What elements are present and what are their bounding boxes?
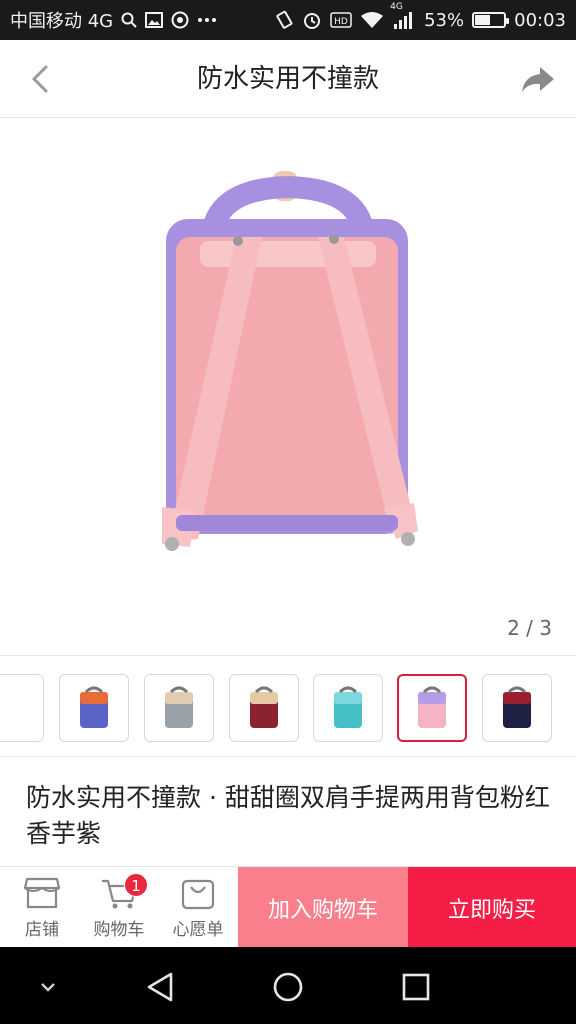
status-bar: 中国移动 4G HD 4G 53% 00:03 — [0, 0, 576, 40]
shop-label: 店铺 — [25, 920, 59, 940]
hd-icon: HD — [330, 12, 352, 28]
backpack-image — [162, 171, 418, 551]
thumbnail-grey[interactable] — [144, 674, 214, 742]
add-to-cart-button[interactable]: 加入购物车 — [238, 867, 408, 948]
cart-count-badge: 1 — [124, 873, 148, 897]
vibrate-icon — [274, 10, 294, 30]
thumbnail-pink-lavender[interactable] — [397, 674, 467, 742]
battery-fill — [475, 15, 491, 25]
cart-label: 购物车 — [93, 920, 145, 940]
more-icon — [197, 17, 217, 23]
network-badge: 4G — [390, 2, 403, 12]
buy-now-button[interactable]: 立即购买 — [408, 867, 576, 948]
signal-icon: 4G — [390, 2, 416, 30]
home-circle-icon[interactable] — [266, 965, 310, 1009]
wishlist-label: 心愿单 — [172, 920, 224, 940]
cart-icon: 1 — [100, 873, 148, 911]
share-arrow-icon[interactable] — [518, 59, 558, 99]
thumbnail-teal[interactable] — [313, 674, 383, 742]
page-title: 防水实用不撞款 — [196, 64, 379, 94]
search-icon — [121, 12, 137, 28]
shop-button[interactable]: 店铺 — [2, 867, 82, 948]
product-title: 防水实用不撞款 · 甜甜圈双肩手提两用背包粉红香芋紫 — [26, 783, 550, 848]
carrier-text: 中国移动 4G — [10, 11, 114, 32]
chevron-down-icon[interactable] — [26, 965, 70, 1009]
cart-button[interactable]: 1 购物车 — [79, 867, 159, 948]
page-header: 防水实用不撞款 — [0, 40, 576, 118]
system-navigation-bar — [0, 947, 576, 1024]
recent-square-icon[interactable] — [394, 965, 438, 1009]
wishlist-bag-icon — [179, 875, 217, 911]
thumbnail-navy-red[interactable] — [482, 674, 552, 742]
battery-icon — [472, 12, 510, 28]
battery-percent: 53% — [424, 9, 465, 31]
wishlist-button[interactable]: 心愿单 — [158, 867, 238, 948]
bottom-action-bar: 店铺 1 购物车 心愿单 加入购物车 立即购买 — [0, 866, 576, 948]
alarm-icon — [302, 10, 322, 30]
thumbnail-orange-blue[interactable] — [59, 674, 129, 742]
svg-text:HD: HD — [334, 17, 348, 27]
thumbnail-strip[interactable] — [0, 655, 576, 757]
image-counter: 2 / 3 — [507, 616, 552, 640]
clock: 00:03 — [514, 9, 566, 31]
thumbnail-maroon[interactable] — [229, 674, 299, 742]
thumbnail-partial[interactable] — [0, 674, 44, 742]
wifi-icon — [360, 11, 384, 29]
camera-icon — [171, 11, 189, 29]
back-triangle-icon[interactable] — [138, 965, 182, 1009]
shop-icon — [23, 875, 61, 911]
product-image-gallery[interactable]: 2 / 3 — [0, 119, 576, 654]
image-icon — [145, 12, 164, 28]
